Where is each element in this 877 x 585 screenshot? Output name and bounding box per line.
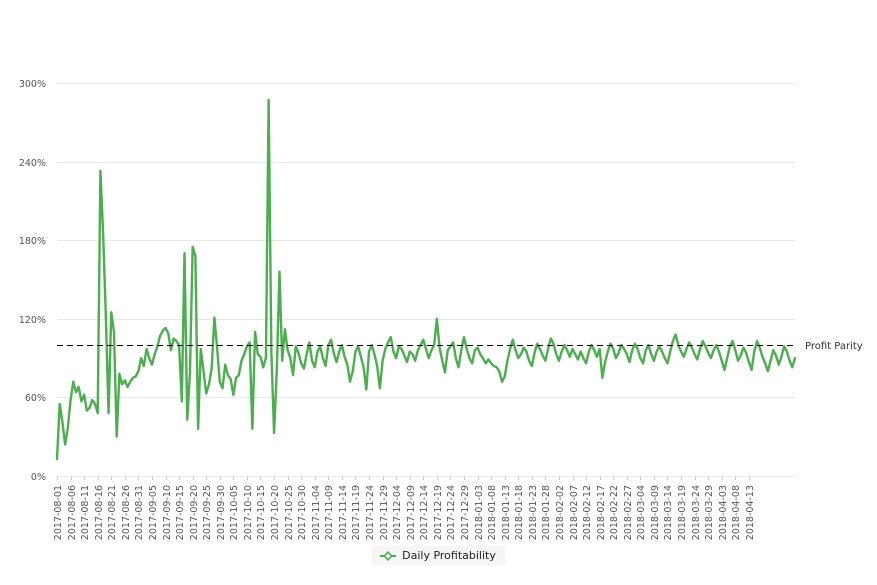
x-axis-tick-label: 2017-10-20 xyxy=(270,485,281,540)
y-axis-tick-label: 0% xyxy=(31,472,46,483)
x-axis-tick-label: 2018-03-24 xyxy=(691,485,702,540)
x-axis-tick-label: 2017-08-01 xyxy=(53,485,64,540)
x-axis-tick-label: 2017-11-19 xyxy=(351,485,362,540)
data-series-group xyxy=(55,98,797,461)
x-axis-tick-label: 2018-04-08 xyxy=(731,485,742,540)
y-axis-tick-label: 240% xyxy=(19,158,46,169)
x-axis-tick-label: 2017-12-19 xyxy=(433,485,444,540)
y-axis-tick-label: 60% xyxy=(25,393,46,404)
x-axis-tick-label: 2018-01-18 xyxy=(514,485,525,540)
x-axis-tick-label: 2017-12-04 xyxy=(392,485,403,540)
x-axis-tick-label: 2018-02-22 xyxy=(609,485,620,540)
x-axis-tick-label: 2017-11-14 xyxy=(338,485,349,540)
x-axis-tick-label: 2018-04-03 xyxy=(718,485,729,540)
profit-parity-label: Profit Parity xyxy=(805,341,863,352)
x-axis-tick-label: 2017-08-21 xyxy=(107,485,118,540)
x-axis-tick-label: 2018-04-13 xyxy=(745,485,756,540)
legend-line-diamond-icon xyxy=(379,550,397,561)
x-axis-tick-label: 2018-02-17 xyxy=(596,485,607,540)
x-axis-tick-label: 2017-11-29 xyxy=(379,485,390,540)
x-axis-tick-label: 2017-12-14 xyxy=(419,485,430,540)
legend-item-daily-profitability[interactable]: Daily Profitability xyxy=(372,546,505,565)
x-axis-tick-label: 2018-03-09 xyxy=(650,485,661,540)
x-axis-tick-label: 2017-08-26 xyxy=(121,485,132,540)
chart-plot-area: 0% 60% 120% 180% 240% 300% Profit Parity 2017… xyxy=(19,79,863,540)
x-axis-tick-label: 2018-03-29 xyxy=(704,485,715,540)
y-gridlines xyxy=(57,83,795,477)
x-axis-tick-label: 2017-10-30 xyxy=(297,485,308,540)
x-axis-tick-label: 2017-10-15 xyxy=(256,485,267,540)
x-axis-tick-label: 2018-03-19 xyxy=(677,485,688,540)
x-axis-tick-label: 2018-01-08 xyxy=(487,485,498,540)
x-axis-tick-label: 2017-09-15 xyxy=(175,485,186,540)
daily-profitability-chart: 0% 60% 120% 180% 240% 300% Profit Parity 2017… xyxy=(0,0,877,585)
x-axis-tick-label: 2017-09-05 xyxy=(148,485,159,540)
x-axis-tick-label: 2017-10-25 xyxy=(284,485,295,540)
x-axis-tick-label: 2018-01-28 xyxy=(541,485,552,540)
x-axis-tick-label: 2018-03-14 xyxy=(663,485,674,540)
x-axis-tick-label: 2017-09-30 xyxy=(216,485,227,540)
x-axis-tick-label: 2017-09-20 xyxy=(189,485,200,540)
y-axis-tick-label: 120% xyxy=(19,315,46,326)
x-axis-labels: 2017-08-01 2017-08-06 2017-08-11 2017-08-16… xyxy=(53,485,756,540)
y-axis-ticks: 0% 60% 120% 180% 240% 300% xyxy=(19,79,46,483)
x-axis-tick-label: 2017-12-24 xyxy=(446,485,457,540)
x-axis-tick-label: 2018-02-12 xyxy=(582,485,593,540)
x-axis-tick-label: 2018-02-27 xyxy=(623,485,634,540)
x-axis-tick-label: 2017-08-11 xyxy=(80,485,91,540)
x-axis-tick-label: 2018-01-23 xyxy=(528,485,539,540)
x-axis-tick-label: 2017-08-31 xyxy=(134,485,145,540)
x-axis-tick-label: 2018-01-03 xyxy=(474,485,485,540)
y-axis-tick-label: 300% xyxy=(19,79,46,90)
x-axis-tick-label: 2017-12-09 xyxy=(406,485,417,540)
x-axis-tick-label: 2018-02-02 xyxy=(555,485,566,540)
x-axis-tick-label: 2017-09-25 xyxy=(202,485,213,540)
x-axis-tick-label: 2017-10-05 xyxy=(229,485,240,540)
x-axis-tick-label: 2017-10-10 xyxy=(243,485,254,540)
x-axis-tick-label: 2018-02-07 xyxy=(569,485,580,540)
x-axis-tick-label: 2017-08-16 xyxy=(94,485,105,540)
x-axis-tick-label: 2017-11-09 xyxy=(324,485,335,540)
legend-label-daily-profitability: Daily Profitability xyxy=(402,549,496,562)
x-axis-tick-label: 2017-09-10 xyxy=(162,485,173,540)
x-axis-tick-label: 2017-11-24 xyxy=(365,485,376,540)
x-axis-tick-label: 2017-11-04 xyxy=(311,485,322,540)
x-axis-tick-label: 2017-08-06 xyxy=(67,485,78,540)
x-axis-tick-label: 2018-03-04 xyxy=(636,485,647,540)
x-axis-tick-label: 2018-01-13 xyxy=(501,485,512,540)
series-line-daily-profitability xyxy=(55,98,797,461)
y-axis-tick-label: 180% xyxy=(19,236,46,247)
x-axis-tick-label: 2017-12-29 xyxy=(460,485,471,540)
